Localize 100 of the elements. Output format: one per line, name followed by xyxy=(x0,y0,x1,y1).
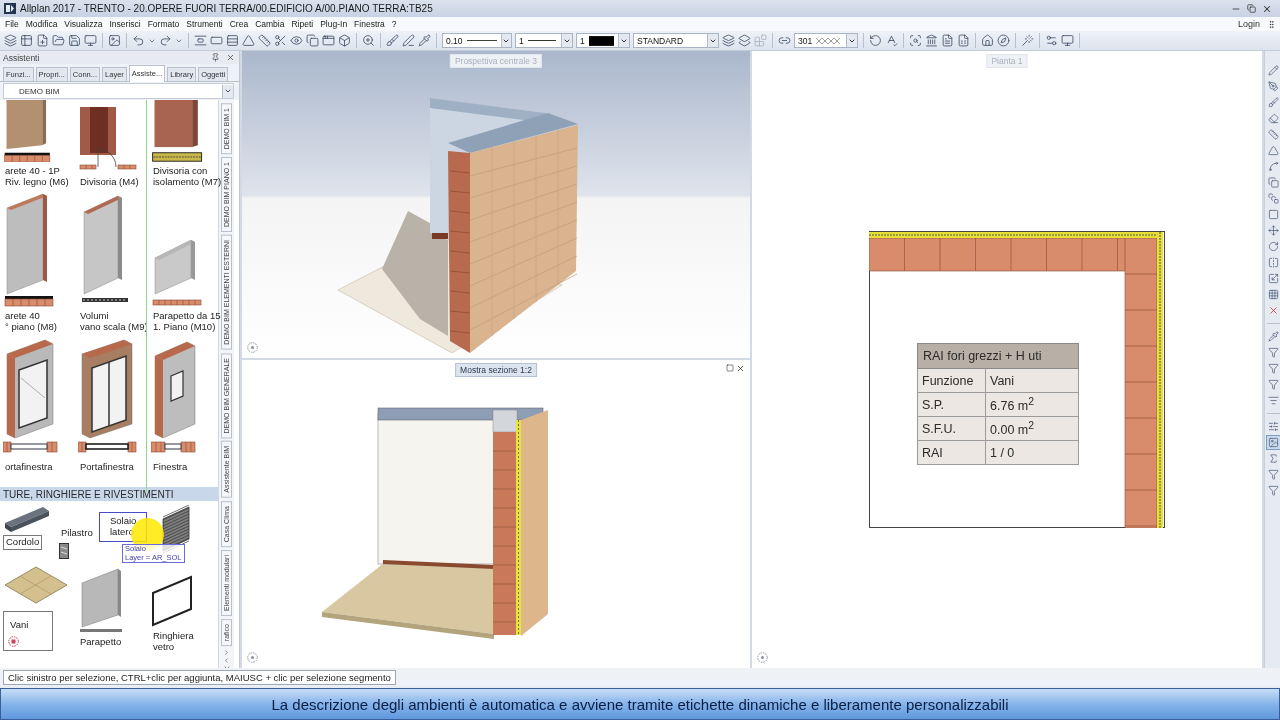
glass-panel-drawing xyxy=(151,575,195,627)
brush-icon[interactable] xyxy=(386,34,399,47)
document-icon[interactable] xyxy=(941,34,954,47)
item-label[interactable]: Pilastro xyxy=(59,526,95,541)
spell-check-icon[interactable] xyxy=(885,34,898,47)
navigation-target-icon[interactable] xyxy=(247,652,258,663)
tool-button[interactable] xyxy=(1265,127,1280,142)
image-icon[interactable] xyxy=(108,34,121,47)
item-label[interactable]: Ringhiera vetro xyxy=(151,629,196,655)
item-label[interactable]: Parapetto da 15 1. Piano (M10) xyxy=(151,309,223,335)
monitor-icon[interactable] xyxy=(1061,34,1074,47)
pin-icon[interactable] xyxy=(211,53,220,62)
line-type-dropdown[interactable]: 1 xyxy=(515,33,573,48)
layers-icon[interactable] xyxy=(4,34,17,47)
view-title[interactable]: Mostra sezione 1:2 xyxy=(455,363,537,377)
hatch-style-dropdown[interactable]: 301 xyxy=(794,33,858,48)
format-style-dropdown[interactable]: STANDARD xyxy=(633,33,719,48)
menu-item[interactable]: Visualizza xyxy=(64,19,103,29)
item-label[interactable]: Parapetto xyxy=(78,635,124,650)
pen-thickness-dropdown[interactable]: 0.10 xyxy=(442,33,512,48)
save-icon[interactable] xyxy=(68,34,81,47)
scan-icon[interactable] xyxy=(909,34,922,47)
menu-item[interactable]: Inserisci xyxy=(109,19,141,29)
tool-button[interactable] xyxy=(1265,143,1280,158)
navigation-target-icon[interactable] xyxy=(247,342,258,353)
tool-button[interactable] xyxy=(1265,79,1280,94)
box-icon[interactable] xyxy=(338,34,351,47)
menu-item[interactable]: Strumenti xyxy=(186,19,223,29)
ruler-icon[interactable] xyxy=(258,34,271,47)
tool-button[interactable] xyxy=(1265,95,1280,110)
menu-item[interactable]: Cambia xyxy=(255,19,285,29)
item-label[interactable]: Vani xyxy=(8,618,48,633)
tool-button[interactable] xyxy=(1265,361,1280,376)
close-icon[interactable] xyxy=(736,364,745,373)
chain-icon[interactable] xyxy=(778,34,791,47)
tool-button[interactable] xyxy=(1265,175,1280,190)
menu-item[interactable]: Ripeti xyxy=(291,19,314,29)
item-label[interactable]: Divisoria (M4) xyxy=(78,175,141,190)
scroll-left-icon[interactable] xyxy=(223,657,230,665)
navigation-target-icon[interactable] xyxy=(757,652,768,663)
undo-icon[interactable] xyxy=(132,34,145,47)
redo-icon[interactable] xyxy=(159,34,172,47)
item-label[interactable]: ortafinestra xyxy=(3,460,55,475)
tool-button[interactable] xyxy=(1265,191,1280,206)
caret-icon[interactable] xyxy=(224,87,232,95)
rows-icon[interactable] xyxy=(226,34,239,47)
folder-icon[interactable] xyxy=(52,34,65,47)
building-icon[interactable] xyxy=(925,34,938,47)
room-stamp-title: RAI fori grezzi + H uti xyxy=(917,343,1079,369)
pipette-icon[interactable] xyxy=(418,34,431,47)
layers-icon[interactable] xyxy=(738,34,751,47)
tool-button[interactable] xyxy=(1265,111,1280,126)
item-label[interactable]: Divisoria con isolamento (M7) xyxy=(151,164,224,190)
item-label[interactable]: Portafinestra xyxy=(78,460,136,475)
restore-icon[interactable] xyxy=(1247,4,1256,13)
item-label[interactable]: arete 40 - 1P Riv. legno (M6) xyxy=(3,164,71,190)
tool-button[interactable] xyxy=(1265,483,1280,498)
menu-item[interactable]: File xyxy=(5,19,19,29)
category-dropdown[interactable]: DEMO BIM xyxy=(3,83,234,99)
tool-button[interactable] xyxy=(1265,223,1280,238)
menu-item[interactable]: Plug-In xyxy=(320,19,348,29)
tool-button[interactable] xyxy=(1265,435,1280,450)
house-icon[interactable] xyxy=(981,34,994,47)
tool-button[interactable] xyxy=(1265,467,1280,482)
triangle-icon[interactable] xyxy=(242,34,255,47)
settings-icon[interactable] xyxy=(1045,34,1058,47)
scroll-right-icon[interactable] xyxy=(223,649,230,657)
rectangle-icon[interactable] xyxy=(210,34,223,47)
menu-item[interactable]: Formato xyxy=(147,19,180,29)
menu-item[interactable]: Finestra xyxy=(354,19,385,29)
align-icon[interactable] xyxy=(194,34,207,47)
tool-button[interactable] xyxy=(1265,329,1280,344)
tool-button[interactable] xyxy=(1265,377,1280,392)
pen-color-dropdown[interactable]: 1 xyxy=(576,33,630,48)
rotate-icon[interactable] xyxy=(869,34,882,47)
copy-icon[interactable] xyxy=(306,34,319,47)
item-label[interactable]: Cordolo xyxy=(3,535,43,550)
item-label[interactable]: arete 40 ° piano (M8) xyxy=(3,309,59,335)
wand-icon[interactable] xyxy=(1021,34,1034,47)
close-icon[interactable] xyxy=(1262,3,1272,14)
login-link[interactable]: Login xyxy=(1237,19,1260,29)
pen-icon[interactable] xyxy=(402,34,415,47)
close-icon[interactable] xyxy=(226,53,235,62)
tool-button[interactable] xyxy=(1265,63,1280,78)
new-file-icon[interactable] xyxy=(36,34,49,47)
window-icon[interactable] xyxy=(322,34,335,47)
monitor-icon[interactable] xyxy=(84,34,97,47)
compass-icon[interactable] xyxy=(997,34,1010,47)
zoom-icon[interactable] xyxy=(362,34,375,47)
eye-icon[interactable] xyxy=(290,34,303,47)
menu-item[interactable]: Modifica xyxy=(25,19,58,29)
menu-item[interactable]: ? xyxy=(391,19,397,29)
menu-item[interactable]: Crea xyxy=(229,19,249,29)
table-icon[interactable] xyxy=(20,34,33,47)
scissors-icon[interactable] xyxy=(274,34,287,47)
spreadsheet-icon[interactable] xyxy=(957,34,970,47)
item-label[interactable]: Finestra xyxy=(151,460,190,475)
tool-button[interactable] xyxy=(1265,345,1280,360)
layers-icon[interactable] xyxy=(722,34,735,47)
maximize-icon[interactable] xyxy=(726,364,734,372)
